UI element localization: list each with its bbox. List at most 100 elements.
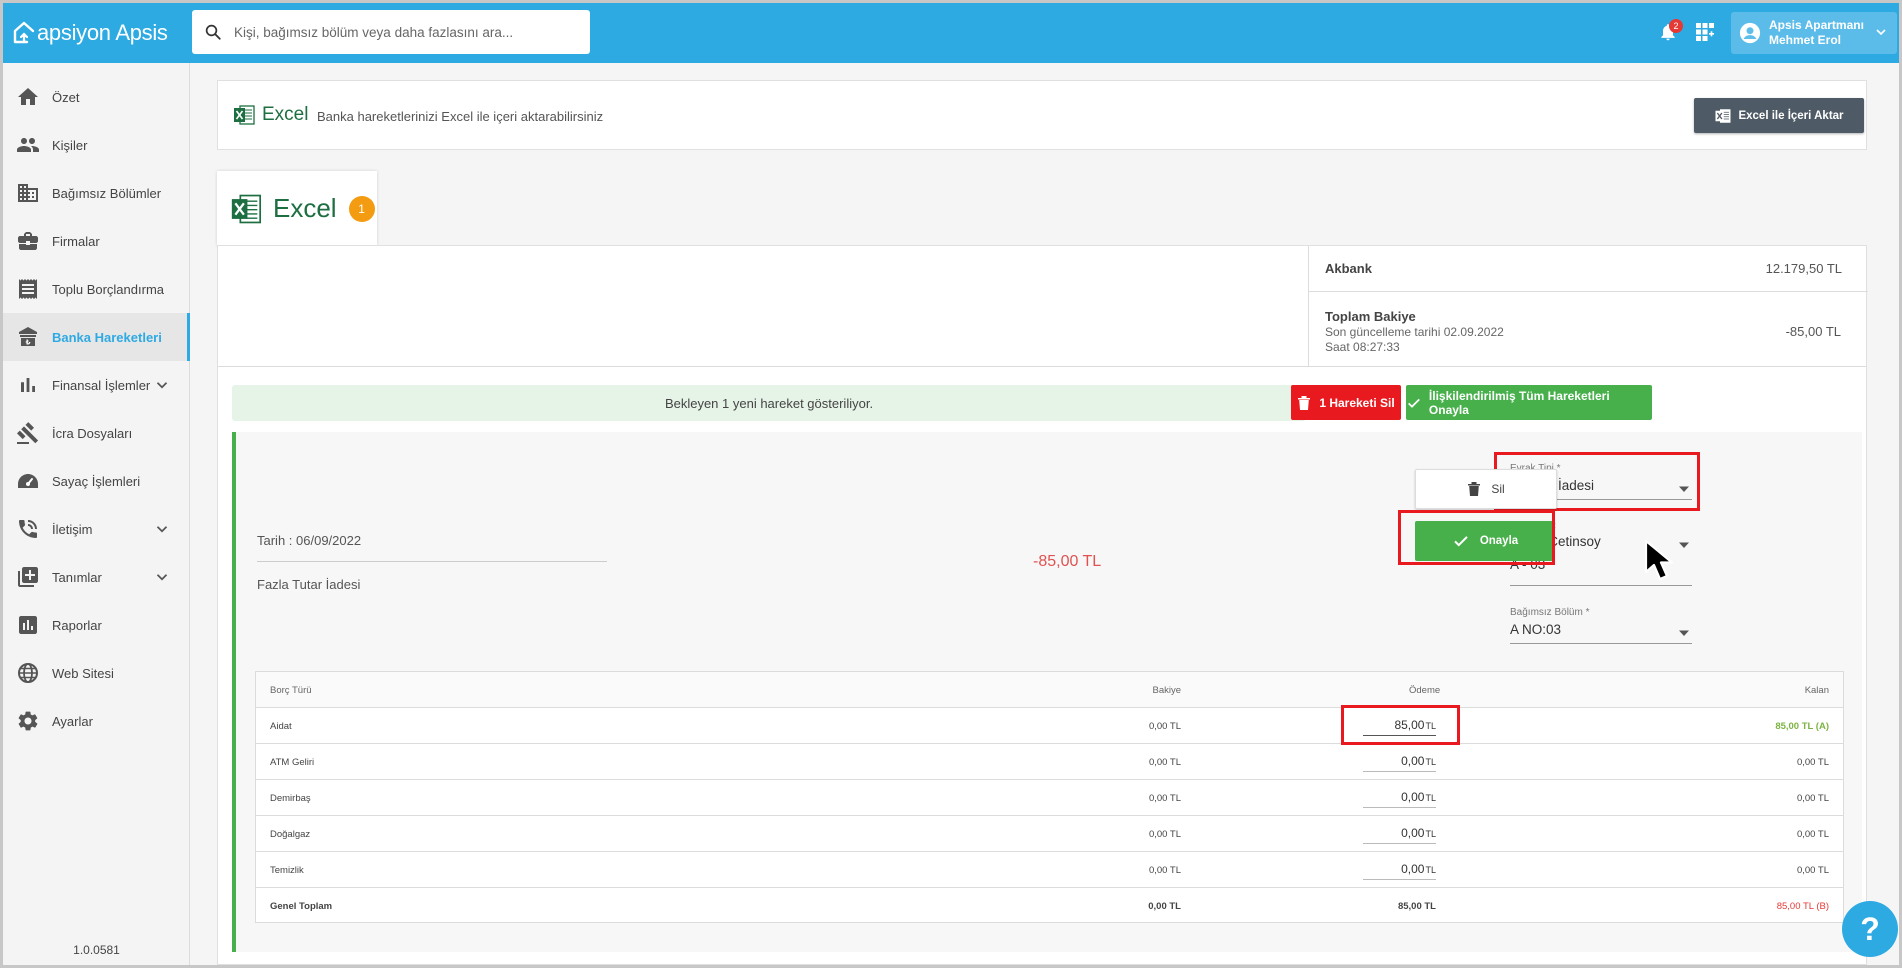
- add-box-icon: [18, 567, 38, 587]
- sidebar-item-label: Toplu Borçlandırma: [52, 281, 164, 297]
- divider: [257, 561, 607, 562]
- top-bar: apsiyon Apsis Kişi, bağımsız bölüm veya …: [3, 3, 1899, 63]
- payment-value: 0,00: [1401, 826, 1425, 840]
- table-row: Aidat 0,00 TL 85,00TL 85,00 TL (A): [256, 708, 1843, 744]
- help-button[interactable]: ?: [1842, 901, 1898, 957]
- avatar-icon: [1739, 22, 1761, 44]
- debt-table: Borç Türü Bakiye Ödeme Kalan Aidat 0,00 …: [255, 671, 1844, 923]
- import-description: Banka hareketlerinizi Excel ile içeri ak…: [317, 109, 604, 124]
- currency-unit: TL: [1425, 829, 1436, 839]
- sidebar-item-label: Banka Hareketleri: [52, 329, 162, 345]
- total-balance: 0,00 TL: [1148, 901, 1181, 912]
- sidebar-item-sayac-islemleri[interactable]: Sayaç İşlemleri: [3, 457, 190, 505]
- total-label: Genel Toplam: [270, 901, 333, 912]
- globe-icon: [18, 663, 38, 683]
- debt-type: Temizlik: [270, 865, 304, 876]
- excel-logo: Excel: [232, 103, 308, 127]
- sidebar-item-firmalar[interactable]: Firmalar: [3, 217, 190, 265]
- debt-type: ATM Geliri: [270, 757, 315, 768]
- payment-input[interactable]: 0,00TL: [1363, 788, 1436, 808]
- remaining-cell: 85,00 TL (A): [1775, 721, 1829, 732]
- last-update-time: Saat 08:27:33: [1325, 339, 1400, 354]
- payment-input[interactable]: 0,00TL: [1363, 824, 1436, 844]
- column-header: Kalan: [1804, 685, 1829, 696]
- gavel-icon: [17, 422, 39, 444]
- account-building: Apsis Apartmanı: [1769, 18, 1864, 32]
- sidebar-item-ozet[interactable]: Özet: [3, 73, 190, 121]
- sidebar-item-web-sitesi[interactable]: Web Sitesi: [3, 649, 190, 697]
- chevron-down-icon: [156, 526, 168, 533]
- remaining-cell: 0,00 TL: [1796, 865, 1829, 876]
- sidebar-item-raporlar[interactable]: Raporlar: [3, 601, 190, 649]
- delete-transaction-button[interactable]: 1 Hareketi Sil: [1291, 385, 1401, 420]
- count-badge: 1: [348, 195, 375, 222]
- sidebar-item-toplu-borclandirma[interactable]: Toplu Borçlandırma: [3, 265, 190, 313]
- last-update-date: Son güncelleme tarihi 02.09.2022: [1325, 325, 1504, 339]
- debt-type: Demirbaş: [270, 793, 311, 804]
- sil-label: Sil: [1491, 482, 1505, 496]
- table-row: Temizlik 0,00 TL 0,00TL 0,00 TL: [256, 852, 1843, 888]
- chevron-down-icon: [1876, 29, 1886, 36]
- field-underline: [1510, 585, 1692, 586]
- sidebar-item-tanimlar[interactable]: Tanımlar: [3, 553, 190, 601]
- sidebar-item-iletisim[interactable]: İletişim: [3, 505, 190, 553]
- payment-value: 0,00: [1401, 790, 1425, 804]
- highlight-box: [1341, 705, 1460, 745]
- total-balance-value: -85,00 TL: [1785, 324, 1841, 339]
- delete-transaction-label: 1 Hareketi Sil: [1319, 395, 1395, 410]
- tab-excel[interactable]: Excel 1: [217, 171, 377, 246]
- dropdown-arrow-icon: [1679, 630, 1689, 636]
- column-header: Borç Türü: [270, 685, 312, 696]
- sidebar-item-banka-hareketleri[interactable]: ₺ Banka Hareketleri: [3, 313, 190, 361]
- column-header: Ödeme: [1409, 685, 1441, 696]
- check-icon: [1408, 398, 1420, 408]
- sidebar-item-label: Finansal İşlemler: [52, 377, 151, 393]
- debt-type: Doğalgaz: [270, 829, 311, 840]
- excel-import-button[interactable]: Excel ile İçeri Aktar: [1694, 98, 1864, 133]
- apps-grid-icon[interactable]: [1695, 22, 1715, 42]
- sidebar-item-ayarlar[interactable]: Ayarlar: [3, 697, 190, 745]
- remaining-cell: 0,00 TL: [1796, 757, 1829, 768]
- search-icon: [205, 24, 221, 40]
- total-remaining: 85,00 TL (B): [1776, 901, 1829, 912]
- sidebar-item-kisiler[interactable]: Kişiler: [3, 121, 190, 169]
- sidebar-item-finansal-islemler[interactable]: Finansal İşlemler: [3, 361, 190, 409]
- balance-cell: 0,00 TL: [1148, 721, 1181, 732]
- payment-input[interactable]: 0,00TL: [1363, 752, 1436, 772]
- trash-icon: [1298, 395, 1311, 410]
- tab-label: Excel: [273, 193, 337, 223]
- bagimsiz-bolum-label: Bağımsız Bölüm *: [1510, 607, 1590, 618]
- table-total-row: Genel Toplam 0,00 TL 85,00 TL 85,00 TL (…: [256, 888, 1843, 924]
- bagimsiz-bolum-select[interactable]: Bağımsız Bölüm * A NO:03: [1510, 607, 1692, 644]
- payment-input[interactable]: 0,00TL: [1363, 860, 1436, 880]
- sidebar-item-label: Ayarlar: [52, 713, 93, 729]
- table-header: Borç Türü Bakiye Ödeme Kalan: [256, 672, 1843, 708]
- debt-type: Aidat: [270, 721, 292, 732]
- chevron-down-icon: [156, 382, 168, 389]
- notification-badge: 2: [1669, 19, 1683, 33]
- sidebar-item-label: Kişiler: [52, 137, 88, 153]
- meter-icon: [18, 474, 38, 488]
- sidebar: Özet Kişiler Bağımsız Bölümler Firmalar …: [3, 63, 190, 965]
- logo[interactable]: apsiyon Apsis: [13, 20, 168, 46]
- phone-icon: [19, 520, 37, 538]
- mouse-cursor-icon: [1644, 539, 1674, 581]
- sidebar-item-icra-dosyalari[interactable]: İcra Dosyaları: [3, 409, 190, 457]
- sidebar-item-bagimsiz-bolumler[interactable]: Bağımsız Bölümler: [3, 169, 190, 217]
- balance-cell: 0,00 TL: [1148, 793, 1181, 804]
- search-input[interactable]: Kişi, bağımsız bölüm veya daha fazlasını…: [234, 25, 513, 40]
- excel-icon: [231, 194, 262, 223]
- transaction-date: Tarih : 06/09/2022: [257, 533, 362, 548]
- table-row: Doğalgaz 0,00 TL 0,00TL 0,00 TL: [256, 816, 1843, 852]
- bank-name: Akbank: [1325, 261, 1372, 276]
- briefcase-icon: [18, 232, 38, 250]
- currency-unit: TL: [1425, 865, 1436, 875]
- report-icon: [19, 616, 37, 634]
- sidebar-item-label: Tanımlar: [52, 569, 102, 585]
- search-box[interactable]: Kişi, bağımsız bölüm veya daha fazlasını…: [192, 10, 590, 54]
- sidebar-item-label: Firmalar: [52, 233, 100, 249]
- approve-all-button[interactable]: İlişkilendirilmiş Tüm Hareketleri Onayla: [1406, 385, 1652, 420]
- account-menu[interactable]: Apsis Apartmanı Mehmet Erol: [1731, 12, 1897, 54]
- sidebar-item-label: Raporlar: [52, 617, 102, 633]
- sil-button[interactable]: Sil: [1415, 469, 1557, 509]
